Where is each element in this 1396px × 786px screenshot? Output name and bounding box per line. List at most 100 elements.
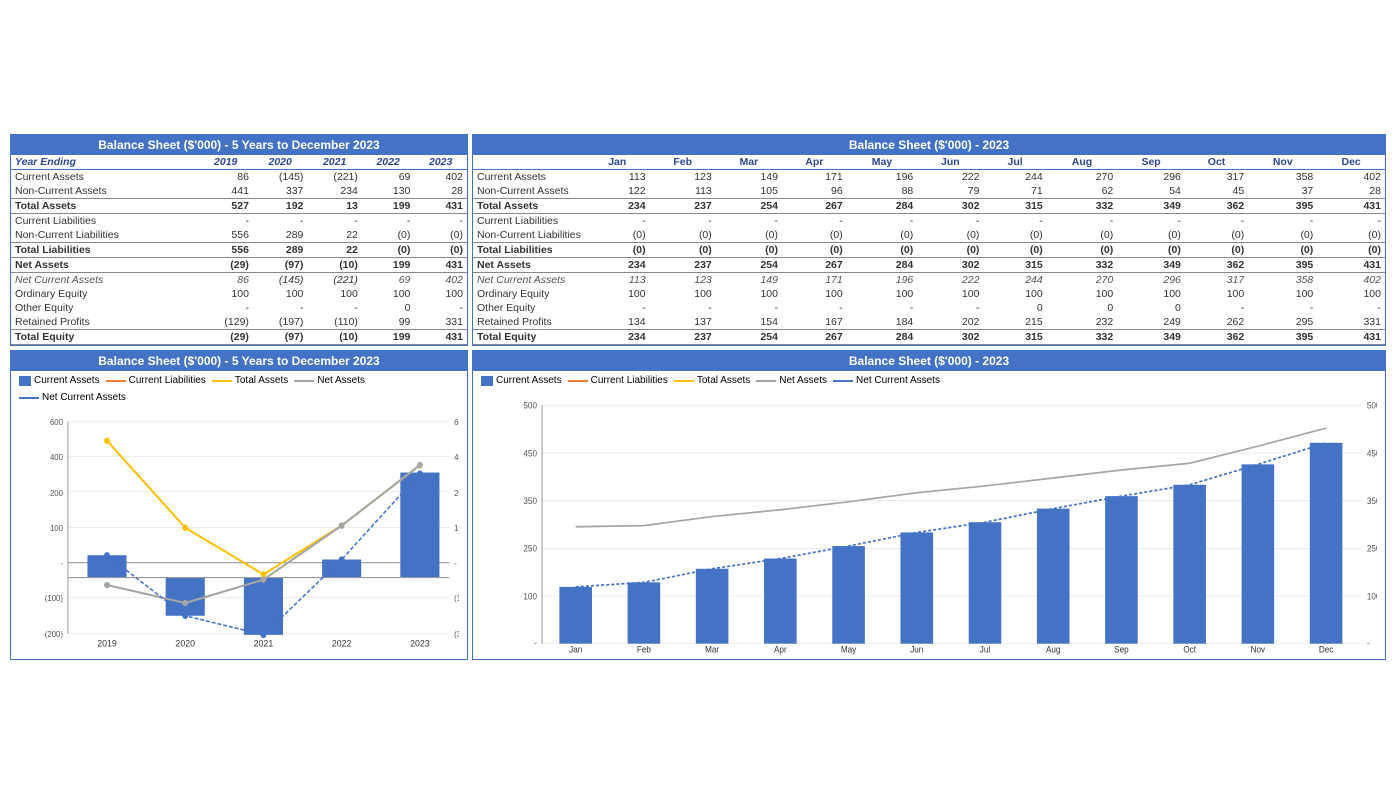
left-cell-0-4: 402 bbox=[414, 170, 467, 185]
right-cell-2-2: 254 bbox=[716, 199, 782, 214]
right-cell-5-3: (0) bbox=[782, 243, 847, 258]
right-cell-6-5: 302 bbox=[917, 258, 983, 273]
right-table-row-10: Retained Profits134137154167184202215232… bbox=[473, 315, 1385, 330]
legend-total-assets: Total Assets bbox=[212, 375, 288, 386]
svg-text:100: 100 bbox=[1367, 591, 1377, 602]
svg-text:(300): (300) bbox=[454, 630, 459, 639]
left-cell-2-3: 199 bbox=[362, 199, 415, 214]
r-legend-ta: Total Assets bbox=[674, 375, 750, 386]
right-cell-0-2: 149 bbox=[716, 170, 782, 185]
right-cell-0-4: 196 bbox=[847, 170, 918, 185]
right-table-row-6: Net Assets234237254267284302315332349362… bbox=[473, 258, 1385, 273]
col-2021: 2021 bbox=[307, 155, 361, 170]
left-cell-9-2: - bbox=[307, 301, 361, 315]
right-cell-7-6: 244 bbox=[983, 273, 1046, 288]
right-cell-11-10: 395 bbox=[1248, 330, 1317, 345]
legend-net-assets: Net Assets bbox=[294, 375, 365, 386]
right-cell-5-4: (0) bbox=[847, 243, 918, 258]
right-cell-4-8: (0) bbox=[1117, 228, 1185, 243]
right-cell-9-4: - bbox=[847, 301, 918, 315]
right-cell-2-4: 284 bbox=[847, 199, 918, 214]
left-header-row: Year Ending 2019 2020 2021 2022 2023 bbox=[11, 155, 467, 170]
svg-text:-: - bbox=[1367, 638, 1370, 649]
left-cell-0-1: (145) bbox=[253, 170, 307, 185]
right-cell-11-1: 237 bbox=[650, 330, 716, 345]
right-table-row-3: Current Liabilities------------ bbox=[473, 214, 1385, 229]
left-table-row-3: Current Liabilities----- bbox=[11, 214, 467, 229]
left-table-row-6: Net Assets(29)(97)(10)199431 bbox=[11, 258, 467, 273]
right-table-row-2: Total Assets2342372542672843023153323493… bbox=[473, 199, 1385, 214]
left-cell-1-4: 28 bbox=[414, 184, 467, 199]
left-cell-5-2: 22 bbox=[307, 243, 361, 258]
legend-label-net-current: Net Current Assets bbox=[42, 392, 126, 403]
left-table-row-5: Total Liabilities55628922(0)(0) bbox=[11, 243, 467, 258]
right-cell-3-11: - bbox=[1317, 214, 1385, 229]
right-cell-3-3: - bbox=[782, 214, 847, 229]
r-legend-na: Net Assets bbox=[756, 375, 827, 386]
right-cell-2-10: 395 bbox=[1248, 199, 1317, 214]
left-cell-4-2: 22 bbox=[307, 228, 361, 243]
legend-label-current-assets: Current Assets bbox=[34, 375, 100, 386]
left-chart-svg: 600 400 200 100 - (100) (200) 600 400 20… bbox=[19, 411, 459, 655]
right-cell-8-4: 100 bbox=[847, 287, 918, 301]
left-cell-4-1: 289 bbox=[253, 228, 307, 243]
svg-text:(200): (200) bbox=[45, 630, 64, 639]
right-table: Jan Feb Mar Apr May Jun Jul Aug Sep Oct … bbox=[473, 155, 1385, 345]
col-2022: 2022 bbox=[362, 155, 415, 170]
right-cell-9-3: - bbox=[782, 301, 847, 315]
svg-text:450: 450 bbox=[523, 448, 537, 459]
right-cell-6-6: 315 bbox=[983, 258, 1046, 273]
right-cell-9-9: - bbox=[1185, 301, 1248, 315]
right-cell-9-1: - bbox=[650, 301, 716, 315]
right-cell-2-9: 362 bbox=[1185, 199, 1248, 214]
right-cell-0-6: 244 bbox=[983, 170, 1046, 185]
right-cell-3-6: - bbox=[983, 214, 1046, 229]
left-cell-11-3: 199 bbox=[362, 330, 415, 345]
right-cell-7-9: 317 bbox=[1185, 273, 1248, 288]
right-cell-11-7: 332 bbox=[1047, 330, 1118, 345]
r-legend-line-cl bbox=[568, 380, 588, 382]
left-cell-1-3: 130 bbox=[362, 184, 415, 199]
left-row-label-5: Total Liabilities bbox=[11, 243, 198, 258]
right-cell-3-9: - bbox=[1185, 214, 1248, 229]
right-cell-5-10: (0) bbox=[1248, 243, 1317, 258]
main-container: Balance Sheet ($'000) - 5 Years to Decem… bbox=[0, 0, 1396, 786]
right-row-label-4: Non-Current Liabilities bbox=[473, 228, 585, 243]
right-cell-0-1: 123 bbox=[650, 170, 716, 185]
right-cell-10-7: 232 bbox=[1047, 315, 1118, 330]
svg-text:Mar: Mar bbox=[705, 644, 719, 655]
right-cell-1-7: 62 bbox=[1047, 184, 1118, 199]
col-mar: Mar bbox=[716, 155, 782, 170]
r-legend-label-nca: Net Current Assets bbox=[856, 375, 940, 386]
right-cell-8-6: 100 bbox=[983, 287, 1046, 301]
legend-line-net-assets bbox=[294, 380, 314, 382]
r-legend-line-ta bbox=[674, 380, 694, 382]
right-cell-2-3: 267 bbox=[782, 199, 847, 214]
left-cell-6-1: (97) bbox=[253, 258, 307, 273]
right-cell-2-11: 431 bbox=[1317, 199, 1385, 214]
svg-text:350: 350 bbox=[1367, 496, 1377, 507]
svg-text:Aug: Aug bbox=[1046, 644, 1061, 655]
right-cell-5-6: (0) bbox=[983, 243, 1046, 258]
right-cell-9-5: - bbox=[917, 301, 983, 315]
left-table-row-11: Total Equity(29)(97)(10)199431 bbox=[11, 330, 467, 345]
right-table-title: Balance Sheet ($'000) - 2023 bbox=[473, 135, 1385, 155]
r-legend-label-ca: Current Assets bbox=[496, 375, 562, 386]
col-may: May bbox=[847, 155, 918, 170]
legend-bar-current-assets bbox=[19, 376, 31, 386]
svg-text:(100): (100) bbox=[454, 594, 459, 603]
total-assets-line bbox=[107, 441, 420, 575]
right-cell-8-2: 100 bbox=[716, 287, 782, 301]
right-table-row-0: Current Assets11312314917119622224427029… bbox=[473, 170, 1385, 185]
right-table-row-9: Other Equity------000--- bbox=[473, 301, 1385, 315]
svg-text:Sep: Sep bbox=[1114, 644, 1129, 655]
legend-current-liabilities: Current Liabilities bbox=[106, 375, 206, 386]
right-cell-0-0: 113 bbox=[585, 170, 650, 185]
right-cell-5-11: (0) bbox=[1317, 243, 1385, 258]
right-row-label-11: Total Equity bbox=[473, 330, 585, 345]
right-cell-6-9: 362 bbox=[1185, 258, 1248, 273]
right-row-label-2: Total Assets bbox=[473, 199, 585, 214]
right-table-row-7: Net Current Assets1131231491711962222442… bbox=[473, 273, 1385, 288]
bar-2021 bbox=[244, 578, 283, 635]
r-nca-line bbox=[576, 443, 1326, 587]
